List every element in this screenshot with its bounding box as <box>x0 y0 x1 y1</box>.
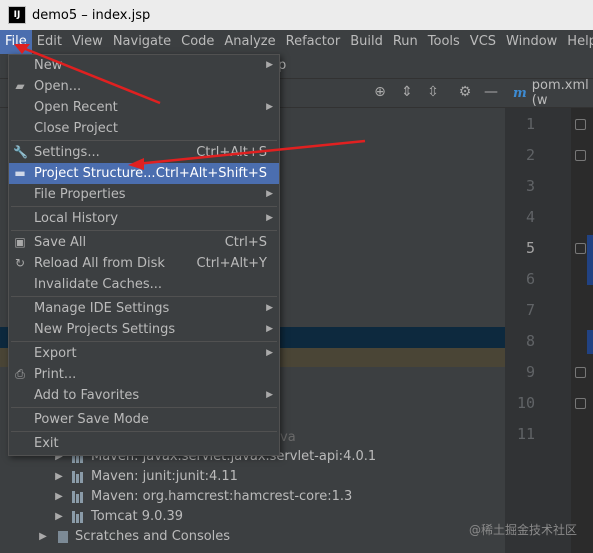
annotation-arrows <box>14 44 366 170</box>
watermark: @稀土掘金技术社区 <box>468 523 577 537</box>
annotation-arrow-file-menu <box>17 44 161 105</box>
annotation-arrow-project-structure <box>135 139 366 166</box>
annotation-arrowhead-project-structure <box>128 158 144 170</box>
